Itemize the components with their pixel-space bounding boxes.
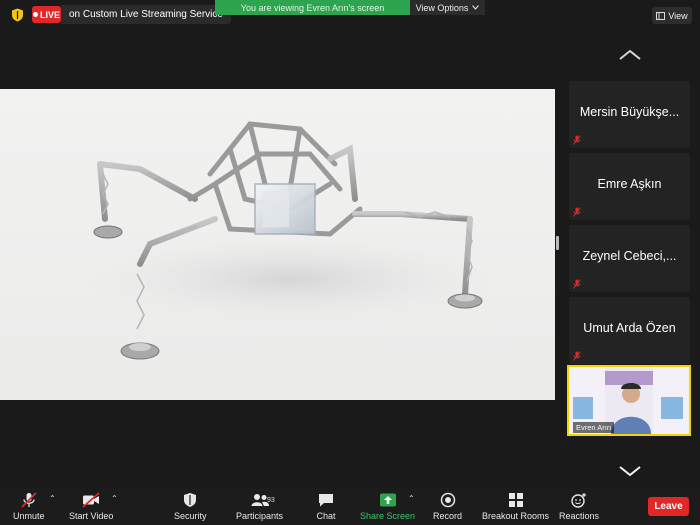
live-badge[interactable]: LIVE [32, 6, 61, 23]
mic-muted-icon [573, 207, 581, 217]
start-video-label: Start Video [69, 511, 114, 521]
chat-label: Chat [316, 511, 336, 521]
share-screen-label: Share Screen [360, 511, 416, 521]
participants-count: 93 [267, 497, 275, 504]
mic-muted-icon [573, 351, 581, 361]
shield-icon [184, 493, 197, 507]
leave-button[interactable]: Leave [648, 497, 689, 516]
record-label: Record [433, 511, 463, 521]
security-label: Security [174, 511, 207, 521]
reactions-label: Reactions [559, 511, 600, 521]
participant-tile[interactable]: Emre Aşkın [569, 153, 690, 220]
panel-resize-handle[interactable] [556, 236, 559, 250]
live-stream-status[interactable]: on Custom Live Streaming Service [61, 5, 231, 24]
audio-options-caret-icon[interactable]: ⌃ [49, 494, 56, 503]
record-icon [440, 492, 455, 508]
participants-label: Participants [236, 511, 284, 521]
mic-muted-icon [573, 279, 581, 289]
participant-name: Emre Aşkın [597, 177, 662, 191]
participant-name: Mersin Büyükşe... [579, 105, 680, 119]
grid-view-icon [656, 11, 666, 20]
zoom-meeting-window: LIVE on Custom Live Streaming Service Yo… [0, 0, 700, 525]
shield-icon[interactable] [11, 8, 24, 22]
view-button[interactable]: View [652, 7, 692, 24]
share-screen-icon [379, 493, 396, 507]
scroll-up-chevron-icon[interactable] [617, 48, 643, 62]
active-speaker-video-tile[interactable]: Evren Arın [567, 365, 691, 436]
viewing-screen-banner: You are viewing Evren Arın's screen [215, 0, 410, 15]
shared-screen [0, 89, 555, 400]
reactions-button[interactable]: Reactions [559, 492, 599, 522]
record-button[interactable]: Record [433, 492, 462, 522]
breakout-rooms-icon [508, 493, 523, 507]
lunar-lander-render-image [80, 121, 500, 360]
live-dot-icon [32, 12, 38, 17]
view-options-label: View Options [415, 2, 469, 13]
view-button-label: View [668, 10, 688, 21]
chat-button[interactable]: Chat [316, 492, 336, 522]
participant-name: Umut Arda Özen [583, 321, 676, 335]
participant-tile[interactable]: Mersin Büyükşe... [569, 81, 690, 148]
participant-tile[interactable]: Zeynel Cebeci,... [569, 225, 690, 292]
start-video-button[interactable]: Start Video [69, 492, 113, 522]
chevron-down-icon [472, 5, 480, 10]
chat-icon [319, 494, 333, 507]
participant-name: Zeynel Cebeci,... [582, 249, 677, 263]
scroll-down-chevron-icon[interactable] [617, 464, 643, 478]
breakout-rooms-label: Breakout Rooms [482, 511, 550, 521]
top-bar: LIVE on Custom Live Streaming Service Yo… [0, 0, 700, 30]
share-screen-button[interactable]: Share Screen [360, 492, 415, 522]
video-participant-name: Evren Arın [573, 422, 615, 433]
view-options-button[interactable]: View Options [410, 0, 485, 15]
smiley-icon [571, 493, 587, 508]
share-options-caret-icon[interactable]: ⌃ [408, 494, 415, 503]
mic-muted-icon [21, 492, 37, 508]
unmute-button[interactable]: Unmute [13, 492, 45, 522]
participants-button[interactable]: Participants [236, 492, 283, 522]
breakout-rooms-button[interactable]: Breakout Rooms [482, 492, 549, 522]
video-off-icon [82, 492, 100, 508]
mic-muted-icon [573, 135, 581, 145]
video-options-caret-icon[interactable]: ⌃ [111, 494, 118, 503]
participant-tile[interactable]: Umut Arda Özen [569, 297, 690, 364]
live-label: LIVE [39, 9, 60, 20]
security-button[interactable]: Security [174, 492, 207, 522]
unmute-label: Unmute [13, 511, 45, 521]
